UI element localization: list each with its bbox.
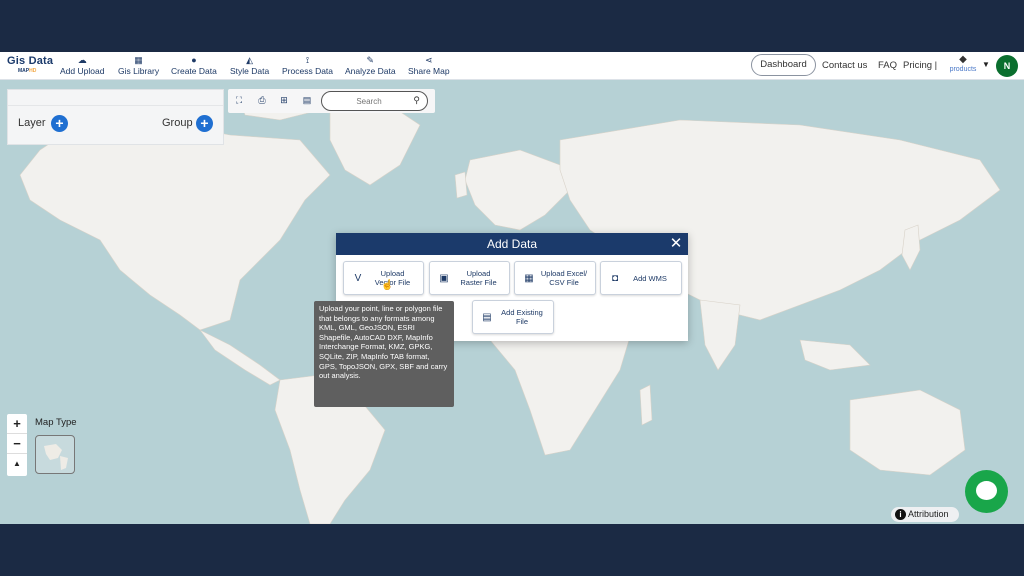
user-avatar[interactable]: N: [996, 55, 1018, 77]
paint-bucket-icon: ◭: [246, 55, 254, 65]
upload-vector-tooltip: Upload your point, line or polygon file …: [314, 301, 454, 407]
app-frame: + − ▲ Map Type Gis Data MAPHD ☁ Add Uplo…: [0, 52, 1024, 524]
layer-label: Layer: [18, 117, 46, 129]
option-label: Add WMS: [633, 273, 667, 283]
map-thumbnail-icon: [44, 444, 68, 470]
nav-create-data[interactable]: ● Create Data: [171, 54, 217, 76]
chevron-down-icon[interactable]: ▼: [982, 60, 990, 69]
cloud-upload-icon: ☁: [77, 55, 87, 65]
zoom-controls: + − ▲: [7, 414, 27, 476]
contact-us-link[interactable]: Contact us: [822, 60, 867, 71]
map-tools-bar: ⛶ ⎙ ⊞ ▤ ⚲: [228, 89, 435, 113]
nav-add-upload[interactable]: ☁ Add Upload: [60, 54, 104, 76]
nav-label: Process Data: [282, 66, 334, 76]
search-icon[interactable]: ⚲: [413, 95, 420, 106]
nav-label: Create Data: [171, 66, 217, 76]
process-icon: ⟟: [305, 55, 310, 65]
group-label: Group: [162, 117, 193, 129]
attribution-label: Attribution: [908, 509, 949, 519]
faq-link[interactable]: FAQ: [878, 60, 897, 71]
chat-button[interactable]: [965, 470, 1008, 513]
nav-label: Share Map: [408, 66, 450, 76]
share-icon: ⋖: [425, 55, 433, 65]
nav-label: Gis Library: [118, 66, 160, 76]
search-input[interactable]: [330, 95, 408, 108]
nav-share-map[interactable]: ⋖ Share Map: [408, 54, 450, 76]
upload-excel-csv-button[interactable]: ▦ Upload Excel/ CSV File: [514, 261, 596, 295]
nav-label: Analyze Data: [345, 66, 396, 76]
modal-title: Add Data: [486, 237, 538, 251]
gis-data-logo[interactable]: Gis Data MAPHD: [7, 55, 55, 77]
option-label: Upload Excel/ CSV File: [540, 269, 588, 287]
option-label: Upload Raster File: [460, 269, 497, 287]
zoom-in-button[interactable]: +: [7, 414, 27, 434]
add-wms-button[interactable]: ◘ Add WMS: [600, 261, 682, 295]
top-navigation: Gis Data MAPHD ☁ Add Upload ▦ Gis Librar…: [0, 52, 1024, 80]
nav-process-data[interactable]: ⟟ Process Data: [282, 54, 333, 76]
attribution-button[interactable]: i Attribution: [891, 507, 959, 522]
file-icon: ▤: [482, 312, 492, 323]
raster-icon: ▣: [439, 273, 449, 284]
zoom-out-button[interactable]: −: [7, 434, 27, 454]
logo-line1: Gis Data: [7, 55, 54, 67]
measure-icon[interactable]: ⊞: [277, 93, 291, 107]
cube-icon: ◆: [959, 54, 967, 65]
nav-label: Style Data: [230, 66, 270, 76]
logo-line2: MAPHD: [18, 68, 37, 74]
close-icon[interactable]: ✕: [668, 233, 684, 255]
nav-gis-library[interactable]: ▦ Gis Library: [118, 54, 159, 76]
map-pin-icon: ●: [191, 55, 197, 65]
map-type-label: Map Type: [35, 417, 77, 428]
panel-divider: [8, 105, 223, 106]
analyze-icon: ✎: [366, 55, 375, 65]
print-icon[interactable]: ⎙: [255, 93, 269, 107]
modal-header: Add Data ✕: [336, 233, 688, 255]
info-icon: i: [895, 509, 906, 520]
dashboard-button[interactable]: Dashboard: [751, 54, 816, 76]
layer-panel: Layer + Group +: [7, 89, 224, 145]
nav-style-data[interactable]: ◭ Style Data: [230, 54, 269, 76]
nav-label: Add Upload: [60, 66, 105, 76]
add-layer-button[interactable]: +: [51, 115, 68, 132]
spreadsheet-icon: ▦: [524, 273, 534, 284]
add-existing-file-button[interactable]: ▤ Add Existing File: [472, 300, 554, 334]
compass-button[interactable]: ▲: [7, 454, 27, 474]
comment-icon[interactable]: ▤: [300, 93, 314, 107]
search-box: ⚲: [321, 91, 428, 111]
hand-cursor-icon: ☝: [381, 280, 394, 291]
products-label: products: [949, 66, 977, 73]
add-group-button[interactable]: +: [196, 115, 213, 132]
library-icon: ▦: [134, 55, 143, 65]
vector-icon: V: [354, 273, 362, 284]
fullscreen-icon[interactable]: ⛶: [232, 93, 246, 107]
wms-icon: ◘: [611, 273, 619, 284]
chat-bubble-icon: [976, 481, 997, 500]
nav-analyze-data[interactable]: ✎ Analyze Data: [345, 54, 396, 76]
pricing-link[interactable]: Pricing |: [903, 60, 937, 71]
upload-raster-file-button[interactable]: ▣ Upload Raster File: [429, 261, 510, 295]
option-label: Add Existing File: [501, 308, 543, 326]
products-menu[interactable]: ◆ products: [946, 54, 980, 73]
map-type-thumbnail[interactable]: [35, 435, 75, 474]
